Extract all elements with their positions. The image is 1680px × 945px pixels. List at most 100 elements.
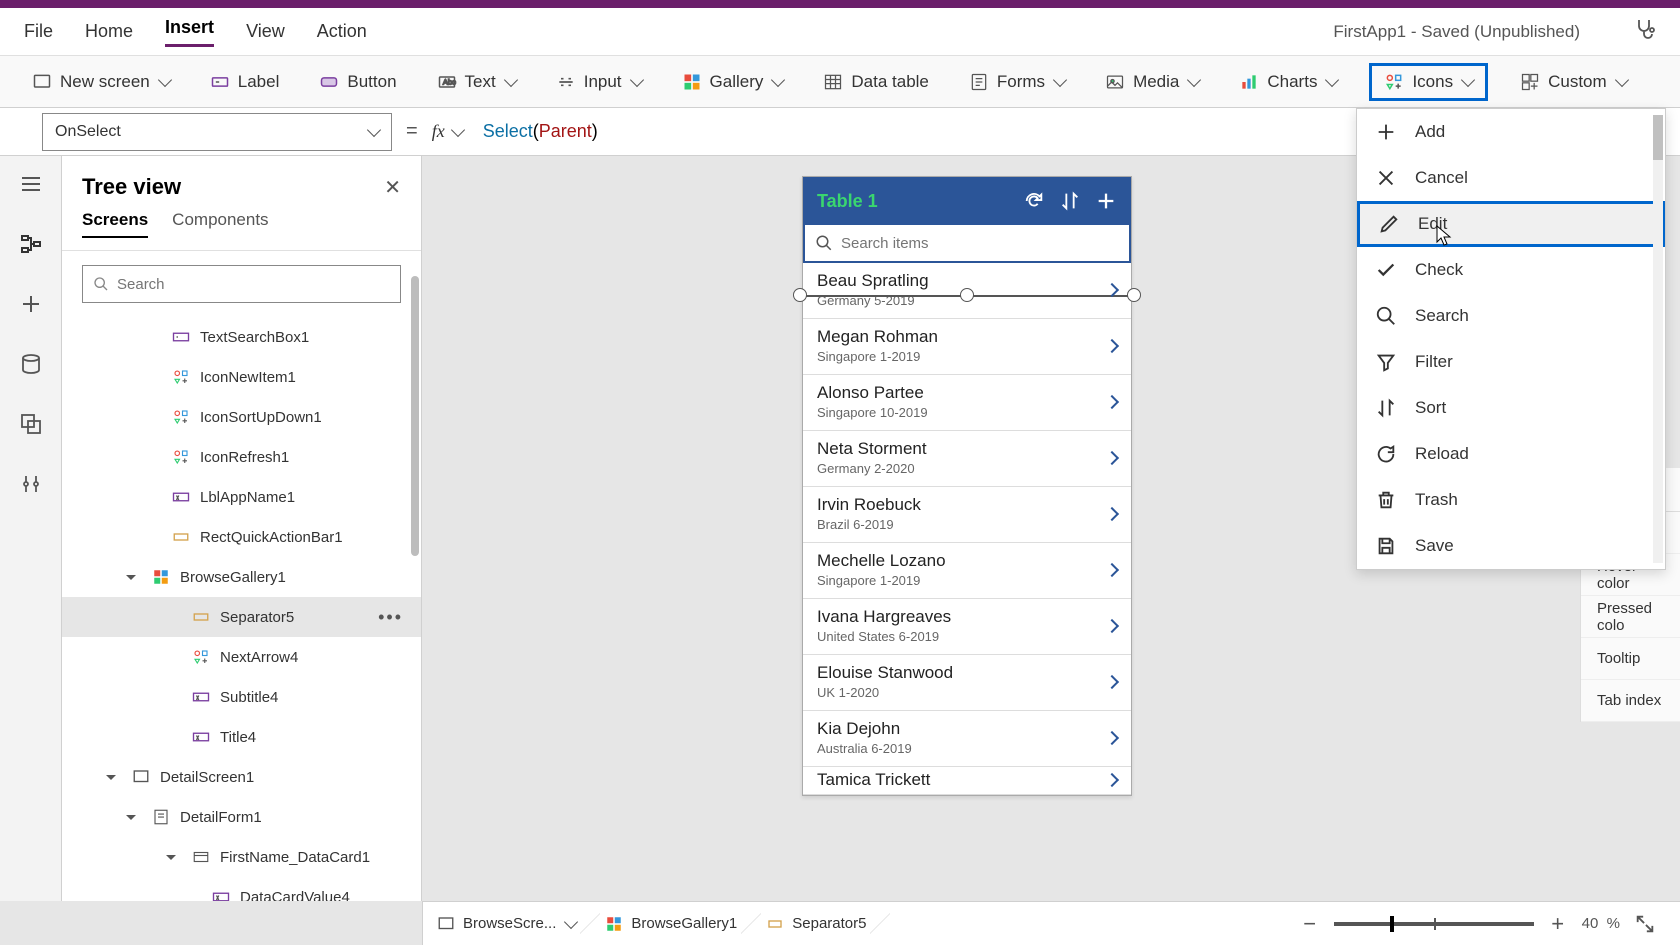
chevron-right-icon[interactable]	[1105, 506, 1119, 520]
plus-icon	[1375, 121, 1397, 143]
check-icon	[1375, 259, 1397, 281]
icon-menu-edit[interactable]: Edit	[1357, 201, 1665, 247]
charts-button[interactable]: Charts	[1231, 66, 1345, 98]
media-button[interactable]: Media	[1097, 66, 1207, 98]
gallery-item[interactable]: Alonso ParteeSingapore 10-2019	[803, 375, 1131, 431]
prop-pressed-color[interactable]: Pressed colo	[1581, 596, 1680, 638]
icon-menu-search[interactable]: Search	[1357, 293, 1665, 339]
tree-search[interactable]	[82, 265, 401, 303]
media-rail-icon[interactable]	[19, 412, 43, 436]
gallery-item[interactable]: Neta StormentGermany 2-2020	[803, 431, 1131, 487]
tree-item-DetailScreen1[interactable]: DetailScreen1	[62, 757, 421, 797]
plus-icon[interactable]	[19, 292, 43, 316]
forms-button[interactable]: Forms	[961, 66, 1073, 98]
custom-button[interactable]: Custom	[1512, 66, 1635, 98]
zoom-out-button[interactable]: −	[1300, 914, 1320, 934]
icon-menu-trash[interactable]: Trash	[1357, 477, 1665, 523]
gallery-item[interactable]: Irvin RoebuckBrazil 6-2019	[803, 487, 1131, 543]
form-icon	[152, 808, 170, 826]
icongroup-icon	[172, 448, 190, 466]
phone-search[interactable]	[803, 225, 1131, 263]
label-button[interactable]: Label	[202, 66, 288, 98]
menu-file[interactable]: File	[24, 21, 53, 42]
gallery-item[interactable]: Mechelle LozanoSingapore 1-2019	[803, 543, 1131, 599]
add-icon[interactable]	[1095, 190, 1117, 212]
gallery-button[interactable]: Gallery	[674, 66, 792, 98]
tab-screens[interactable]: Screens	[82, 210, 148, 238]
tree-search-input[interactable]	[117, 276, 390, 293]
tree-item-DataCardValue4[interactable]: DataCardValue4	[62, 877, 421, 901]
text-button[interactable]: Abc Text	[429, 66, 524, 98]
chevron-right-icon[interactable]	[1105, 772, 1119, 786]
zoom-in-button[interactable]: +	[1548, 914, 1568, 934]
prop-tooltip[interactable]: Tooltip	[1581, 638, 1680, 680]
tree-item-Title4[interactable]: Title4	[62, 717, 421, 757]
database-icon[interactable]	[19, 352, 43, 376]
crumb-separator[interactable]: Separator5	[752, 902, 881, 945]
refresh-icon[interactable]	[1023, 190, 1045, 212]
crumb-screen[interactable]: BrowseScre...	[422, 902, 591, 945]
tree-item-TextSearchBox1[interactable]: TextSearchBox1	[62, 317, 421, 357]
chevron-right-icon[interactable]	[1105, 394, 1119, 408]
gallery-item[interactable]: Tamica Trickett	[803, 767, 1131, 795]
tree-item-DetailForm1[interactable]: DetailForm1	[62, 797, 421, 837]
fx-button[interactable]: fx	[432, 121, 473, 142]
menu-view[interactable]: View	[246, 21, 285, 42]
button-button[interactable]: Button	[311, 66, 404, 98]
menu-insert[interactable]: Insert	[165, 17, 214, 47]
scrollbar-thumb[interactable]	[411, 276, 419, 556]
close-icon[interactable]: ✕	[384, 175, 401, 200]
phone-search-input[interactable]	[841, 235, 1119, 252]
crumb-gallery[interactable]: BrowseGallery1	[591, 902, 752, 945]
tree-icon[interactable]	[19, 232, 43, 256]
tab-components[interactable]: Components	[172, 210, 268, 238]
prop-tab-index[interactable]: Tab index	[1581, 680, 1680, 722]
input-button[interactable]: Input	[548, 66, 650, 98]
gallery-item[interactable]: Megan RohmanSingapore 1-2019	[803, 319, 1131, 375]
menu-action[interactable]: Action	[317, 21, 367, 42]
tree-item-Subtitle4[interactable]: Subtitle4	[62, 677, 421, 717]
equals-sign: =	[406, 120, 418, 143]
more-icon[interactable]: •••	[378, 607, 403, 628]
icon-menu-check[interactable]: Check	[1357, 247, 1665, 293]
tree-item-Separator5[interactable]: Separator5•••	[62, 597, 421, 637]
tree-item-IconRefresh1[interactable]: IconRefresh1	[62, 437, 421, 477]
icon-menu-add[interactable]: Add	[1357, 109, 1665, 155]
tree-item-BrowseGallery1[interactable]: BrowseGallery1	[62, 557, 421, 597]
property-select[interactable]: OnSelect	[42, 113, 392, 151]
icon-menu-reload[interactable]: Reload	[1357, 431, 1665, 477]
new-screen-button[interactable]: New screen	[24, 66, 178, 98]
tree-item-IconSortUpDown1[interactable]: IconSortUpDown1	[62, 397, 421, 437]
variables-icon[interactable]	[19, 472, 43, 496]
chevron-right-icon[interactable]	[1105, 730, 1119, 744]
icongroup-icon	[192, 648, 210, 666]
gallery-item[interactable]: Elouise StanwoodUK 1-2020	[803, 655, 1131, 711]
chevron-right-icon[interactable]	[1105, 450, 1119, 464]
chevron-right-icon[interactable]	[1105, 282, 1119, 296]
chevron-right-icon[interactable]	[1105, 618, 1119, 632]
menu-home[interactable]: Home	[85, 21, 133, 42]
dropdown-scrollbar[interactable]	[1653, 115, 1663, 563]
zoom-slider[interactable]	[1334, 922, 1534, 926]
chevron-right-icon[interactable]	[1105, 562, 1119, 576]
gallery-item[interactable]: Kia DejohnAustralia 6-2019	[803, 711, 1131, 767]
chevron-right-icon[interactable]	[1105, 338, 1119, 352]
expand-icon[interactable]	[1634, 913, 1656, 935]
icon-menu-filter[interactable]: Filter	[1357, 339, 1665, 385]
icon-menu-cancel[interactable]: Cancel	[1357, 155, 1665, 201]
datatable-button[interactable]: Data table	[815, 66, 937, 98]
hamburger-icon[interactable]	[19, 172, 43, 196]
tree-item-IconNewItem1[interactable]: IconNewItem1	[62, 357, 421, 397]
icons-button[interactable]: Icons	[1369, 63, 1488, 101]
stethoscope-icon[interactable]	[1632, 17, 1656, 46]
icon-menu-save[interactable]: Save	[1357, 523, 1665, 569]
tree-item-RectQuickActionBar1[interactable]: RectQuickActionBar1	[62, 517, 421, 557]
tree-item-NextArrow4[interactable]: NextArrow4	[62, 637, 421, 677]
tree-item-LblAppName1[interactable]: LblAppName1	[62, 477, 421, 517]
sort-icon[interactable]	[1059, 190, 1081, 212]
tree-item-FirstName_DataCard1[interactable]: FirstName_DataCard1	[62, 837, 421, 877]
chevron-right-icon[interactable]	[1105, 674, 1119, 688]
gallery-item[interactable]: Ivana HargreavesUnited States 6-2019	[803, 599, 1131, 655]
gallery-item[interactable]: Beau SpratlingGermany 5-2019	[803, 263, 1131, 319]
icon-menu-sort[interactable]: Sort	[1357, 385, 1665, 431]
